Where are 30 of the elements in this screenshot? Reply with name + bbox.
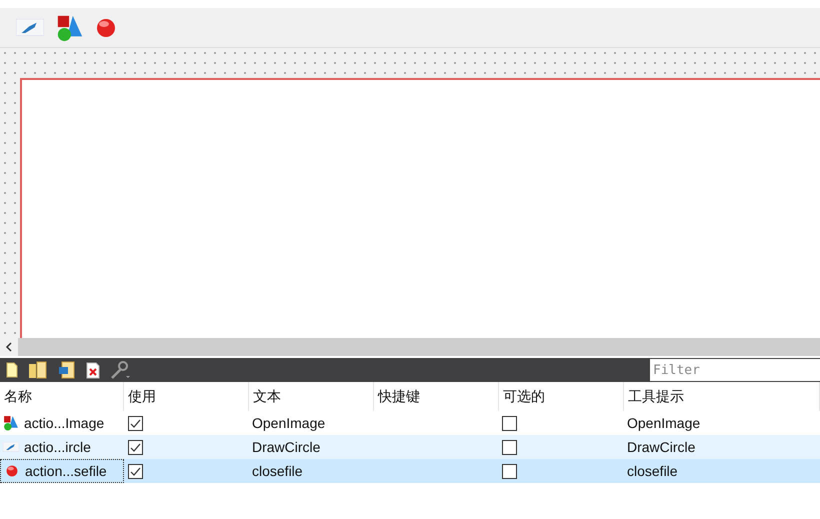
- table-cell-text: DrawCircle: [252, 438, 320, 456]
- copy-file-icon[interactable]: [58, 361, 76, 379]
- filter-field[interactable]: Filter: [650, 359, 820, 381]
- table-row[interactable]: actio...ircle DrawCircle DrawCircle: [0, 435, 820, 459]
- chart-icon: [16, 19, 44, 36]
- ball-icon: [96, 18, 116, 38]
- chart-icon: [3, 442, 19, 452]
- checkbox[interactable]: [502, 416, 517, 430]
- delete-file-icon[interactable]: [86, 362, 100, 378]
- shapes-icon: [3, 415, 19, 431]
- scroll-left-icon[interactable]: [0, 338, 18, 356]
- checkbox[interactable]: [128, 440, 143, 454]
- new-file-icon[interactable]: [6, 362, 18, 378]
- table-cell-text: actio...Image: [24, 414, 104, 433]
- table-cell-text: actio...ircle: [24, 438, 91, 456]
- shapes-icon: [56, 14, 84, 42]
- table-row[interactable]: action...sefile closefile closefile: [0, 459, 820, 483]
- checkbox[interactable]: [128, 416, 143, 430]
- folders-icon[interactable]: [28, 361, 48, 379]
- checkbox[interactable]: [128, 464, 143, 478]
- table-cell-text: DrawCircle: [627, 438, 696, 456]
- horizontal-scrollbar[interactable]: [0, 338, 820, 356]
- table-cell-text: OpenImage: [627, 414, 700, 433]
- table-cell-text: closefile: [627, 462, 678, 480]
- checkbox[interactable]: [502, 440, 517, 454]
- ball-icon: [6, 465, 18, 477]
- table-cell-text: closefile: [252, 462, 303, 480]
- table-cell-text: action...sefile: [25, 462, 107, 480]
- checkbox[interactable]: [502, 464, 517, 478]
- table-cell-text: OpenImage: [252, 414, 326, 433]
